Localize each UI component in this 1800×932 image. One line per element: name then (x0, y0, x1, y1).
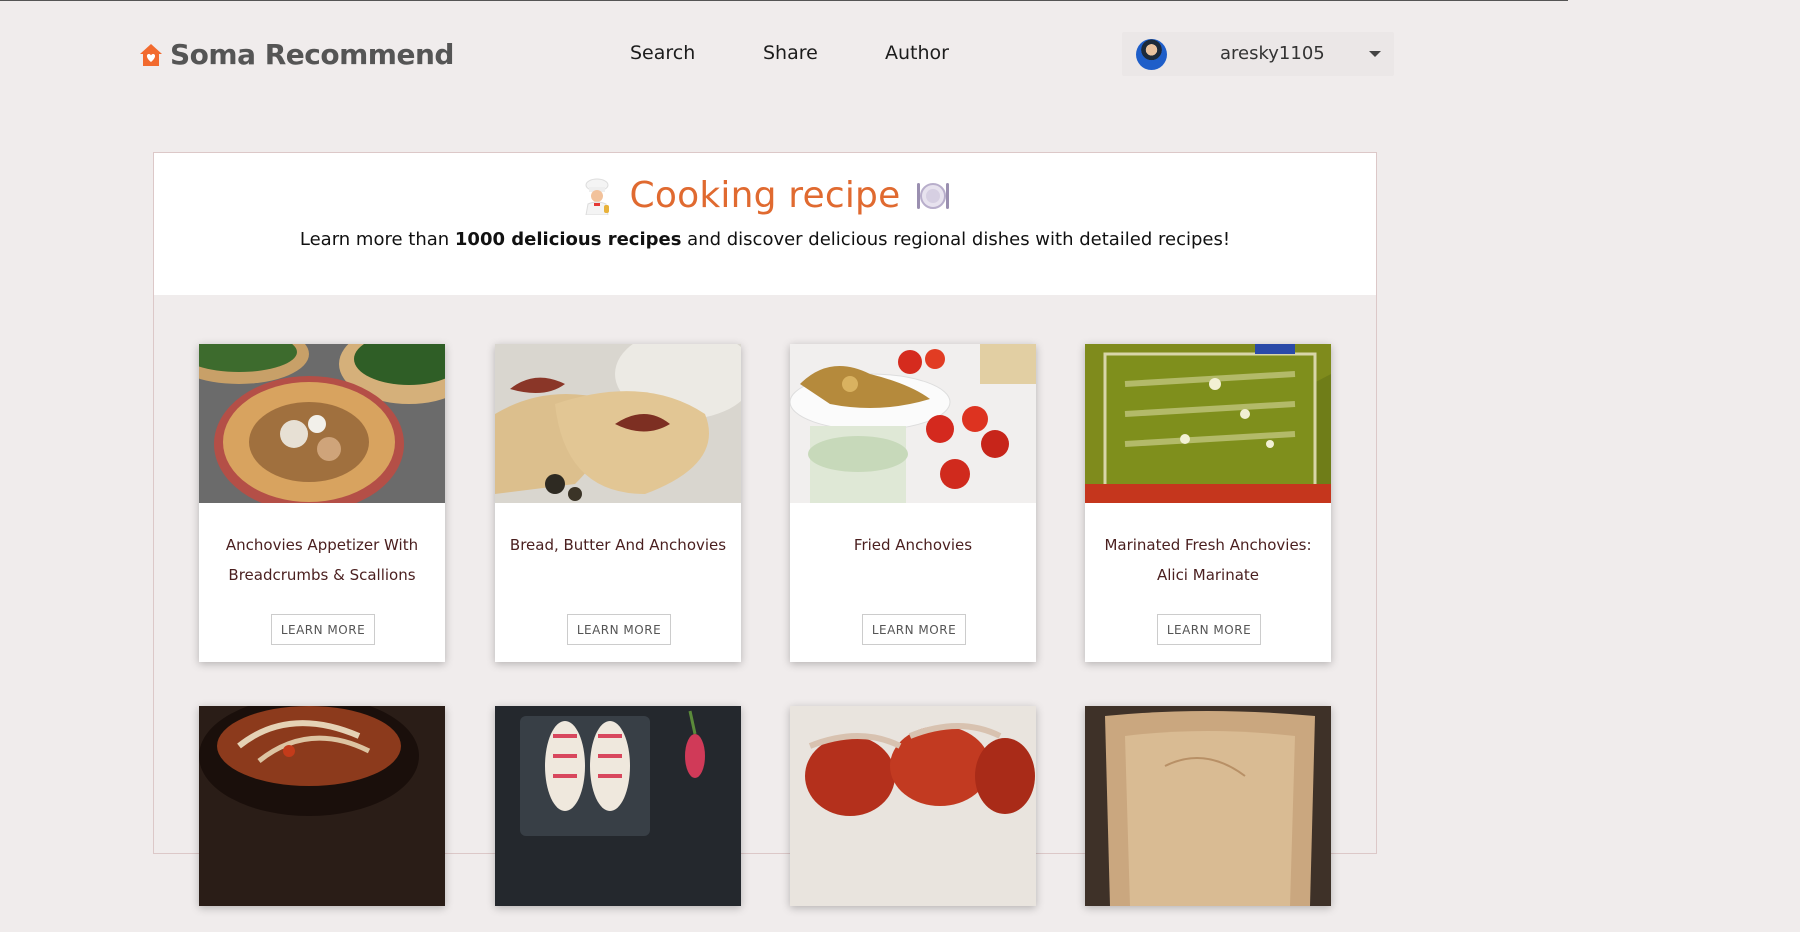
recipe-image[interactable] (495, 344, 741, 503)
recipe-title[interactable]: Anchovies Appetizer With Breadcrumbs & S… (209, 530, 435, 590)
plate-icon (917, 182, 950, 209)
recipe-card[interactable]: Bread, Butter And Anchovies LEARN MORE (495, 344, 741, 662)
recipe-card[interactable] (790, 706, 1036, 906)
recipe-card[interactable] (199, 706, 445, 906)
page-subtitle: Learn more than 1000 delicious recipes a… (154, 229, 1376, 250)
recipe-image[interactable] (1085, 706, 1331, 906)
recipe-image[interactable] (1085, 344, 1331, 503)
recipe-image[interactable] (495, 706, 741, 906)
brand-logo[interactable]: Soma Recommend (138, 38, 454, 71)
nav-share[interactable]: Share (763, 42, 818, 64)
window-top-border (0, 0, 1568, 1)
caret-down-icon[interactable] (1369, 51, 1381, 57)
learn-more-button[interactable]: LEARN MORE (567, 614, 671, 645)
recipe-title[interactable]: Marinated Fresh Anchovies: Alici Marinat… (1095, 530, 1321, 590)
chef-icon (585, 178, 609, 215)
recipe-image[interactable] (199, 344, 445, 503)
recipe-image[interactable] (790, 344, 1036, 503)
home-heart-icon (140, 43, 162, 66)
subtitle-text: Learn more than (299, 229, 455, 250)
subtitle-text-end: and discover delicious regional dishes w… (681, 229, 1231, 250)
recipe-card[interactable]: Marinated Fresh Anchovies: Alici Marinat… (1085, 344, 1331, 662)
panel-header: Cooking recipe Learn more than 1000 deli… (154, 153, 1376, 295)
learn-more-button[interactable]: LEARN MORE (862, 614, 966, 645)
page-title: Cooking recipe (629, 175, 901, 216)
recipe-card[interactable]: Fried Anchovies LEARN MORE (790, 344, 1036, 662)
avatar (1136, 39, 1167, 70)
subtitle-emphasis: 1000 delicious recipes (454, 229, 682, 250)
recipe-title[interactable]: Bread, Butter And Anchovies (505, 530, 731, 560)
recipe-card[interactable] (495, 706, 741, 906)
recipe-image[interactable] (199, 706, 445, 906)
recipe-image[interactable] (790, 706, 1036, 906)
learn-more-button[interactable]: LEARN MORE (271, 614, 375, 645)
recipe-card[interactable] (1085, 706, 1331, 906)
recipe-card[interactable]: Anchovies Appetizer With Breadcrumbs & S… (199, 344, 445, 662)
learn-more-button[interactable]: LEARN MORE (1157, 614, 1261, 645)
nav-search[interactable]: Search (630, 42, 695, 64)
username: aresky1105 (1220, 43, 1325, 64)
user-menu[interactable]: aresky1105 (1122, 32, 1394, 76)
title-row: Cooking recipe (154, 175, 1376, 216)
brand-name: Soma Recommend (170, 38, 454, 71)
recipe-title[interactable]: Fried Anchovies (800, 530, 1026, 560)
nav-author[interactable]: Author (885, 42, 949, 64)
